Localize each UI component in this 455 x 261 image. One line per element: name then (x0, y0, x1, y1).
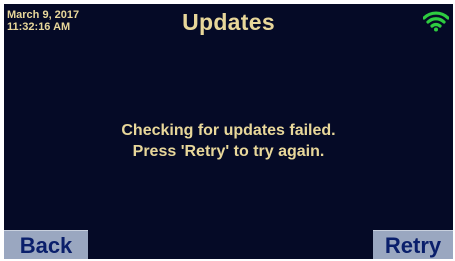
bottom-button-bar: Back Retry (4, 228, 453, 259)
device-screen: March 9, 2017 11:32:16 AM Updates Checki… (4, 4, 453, 259)
message-line-2: Press 'Retry' to try again. (132, 143, 325, 160)
message-line-1: Checking for updates failed. (121, 122, 336, 139)
wifi-icon (423, 11, 449, 32)
page-title: Updates (182, 9, 275, 35)
status-message: Checking for updates failed. Press 'Retr… (4, 120, 453, 162)
retry-button[interactable]: Retry (373, 230, 453, 259)
back-button[interactable]: Back (4, 230, 88, 259)
